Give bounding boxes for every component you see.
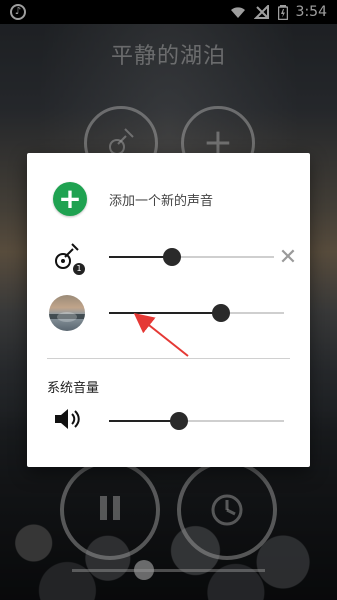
lake-volume-thumb[interactable] <box>212 304 230 322</box>
sound-mixer-dialog: + 添加一个新的声音 1 ✕ 系统音量 <box>27 153 310 467</box>
system-volume-thumb[interactable] <box>170 412 188 430</box>
lake-thumbnail <box>49 295 85 331</box>
add-sound-label: 添加一个新的声音 <box>109 193 214 209</box>
plus-icon: + <box>58 182 82 215</box>
lake-sound-row <box>47 293 297 333</box>
remove-sound-button[interactable]: ✕ <box>276 244 300 270</box>
guitar-volume-slider[interactable] <box>109 248 274 266</box>
add-sound-row[interactable]: + 添加一个新的声音 <box>53 181 213 217</box>
system-volume-fill <box>109 420 179 422</box>
speaker-icon <box>53 407 81 435</box>
system-volume-row <box>47 401 297 441</box>
lake-volume-slider[interactable] <box>109 304 284 322</box>
guitar-sound-row: 1 ✕ <box>47 237 297 277</box>
system-volume-slider[interactable] <box>109 412 284 430</box>
lake-thumbnail-container <box>47 293 87 333</box>
sound-count-badge: 1 <box>73 263 85 275</box>
add-sound-button[interactable]: + <box>53 182 87 216</box>
system-volume-label: 系统音量 <box>47 381 100 396</box>
close-icon: ✕ <box>278 244 298 270</box>
speaker-icon-container <box>47 401 87 441</box>
guitar-sound-icon-container: 1 <box>47 237 87 277</box>
section-divider <box>47 358 290 359</box>
lake-volume-fill <box>109 312 221 314</box>
guitar-volume-thumb[interactable] <box>162 248 181 266</box>
